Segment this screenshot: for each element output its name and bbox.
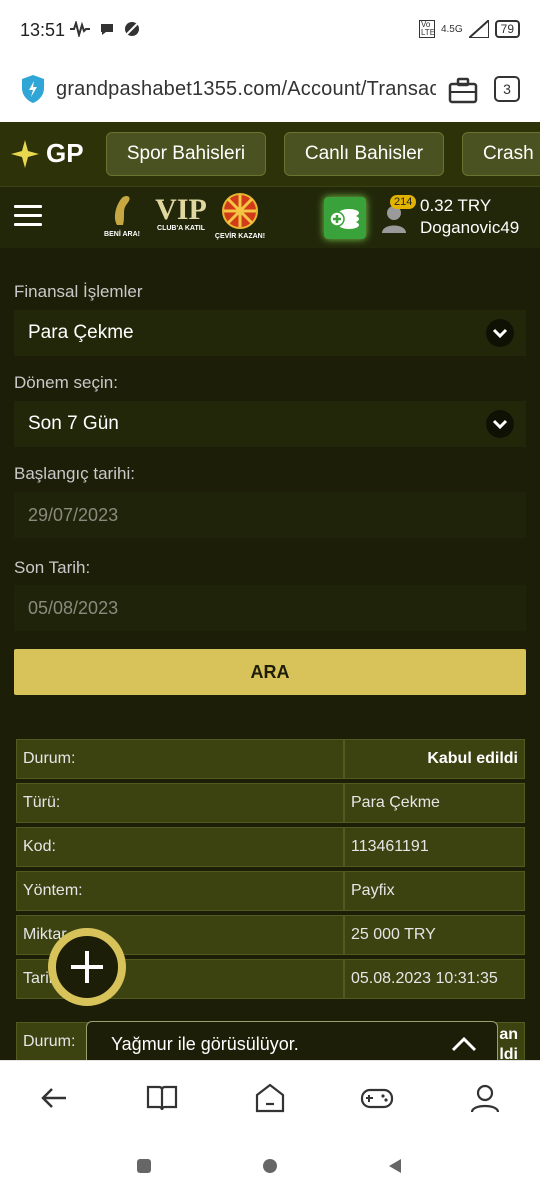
promo-label: ÇEVİR KAZAN!	[214, 233, 266, 240]
end-date-field[interactable]: 05/08/2023	[14, 585, 526, 631]
table-value: 113461191	[344, 827, 525, 867]
table-label: Yöntem:	[16, 871, 344, 911]
promo-beni-ara[interactable]: BENİ ARA!	[98, 193, 146, 238]
period-select-value: Son 7 Gün	[28, 413, 119, 434]
star-logo-icon	[11, 139, 39, 168]
battery-indicator: 79	[494, 20, 520, 38]
system-nav-bar	[0, 1134, 540, 1200]
site-sub-nav: BENİ ARA! VIP CLUB'A KATIL ÇEVİR KAZAN! …	[0, 186, 540, 248]
phone-hand-icon	[114, 195, 130, 225]
username: Doganovic49	[420, 218, 520, 237]
chat-icon	[101, 24, 114, 35]
back-triangle-icon[interactable]	[387, 1158, 403, 1174]
book-icon[interactable]	[145, 1081, 179, 1115]
promo-label: BENİ ARA!	[104, 231, 140, 238]
status-notification-icons	[70, 19, 140, 41]
chat-status-text: Yağmur ile görüsülüyor.	[111, 1034, 299, 1054]
network-label: 4.5G	[440, 23, 463, 35]
nav-crash[interactable]: Crash	[462, 132, 540, 176]
chevron-down-icon	[486, 410, 514, 438]
site-content: GP Spor Bahisleri Canlı Bahisler Crash B…	[0, 122, 540, 1060]
recents-button[interactable]	[137, 1159, 151, 1173]
add-fab-button[interactable]	[48, 928, 126, 1006]
status-right: Vo LTE 4.5G 79	[418, 20, 520, 38]
live-chat-bar[interactable]: Yağmur ile görüsülüyor.	[86, 1021, 498, 1060]
table-value: 25 000 TRY	[344, 915, 525, 955]
table-label: Kod:	[16, 827, 344, 867]
table-label: Türü:	[16, 783, 344, 823]
table-label: Durum:	[16, 739, 344, 779]
notification-badge: 214	[390, 195, 417, 209]
hamburger-menu-icon[interactable]	[14, 205, 42, 227]
tab-count-button[interactable]: 3	[494, 76, 520, 102]
account-balance[interactable]: 0.32 TRY Doganovic49	[420, 195, 519, 239]
chevron-down-icon	[486, 319, 514, 347]
browser-url-bar: grandpashabet1355.com/Account/Transactio…	[0, 62, 540, 122]
table-value: Payfix	[344, 871, 525, 911]
home-button[interactable]	[263, 1159, 277, 1173]
search-button[interactable]: ARA	[14, 649, 526, 695]
home-icon[interactable]	[253, 1081, 287, 1115]
status-time: 13:51	[20, 20, 66, 40]
site-logo[interactable]: GP	[10, 138, 84, 169]
status-bar: 13:51 Vo LTE 4.5G 79	[0, 0, 540, 62]
deposit-button[interactable]	[324, 197, 366, 239]
plus-icon	[71, 951, 103, 983]
site-top-nav: GP Spor Bahisleri Canlı Bahisler Crash	[0, 122, 540, 186]
url-text[interactable]: grandpashabet1355.com/Account/Transactio…	[56, 78, 436, 101]
end-date-label: Son Tarih:	[14, 558, 91, 577]
chevron-up-icon[interactable]	[451, 1035, 477, 1053]
nav-canli-bahisler[interactable]: Canlı Bahisler	[284, 132, 444, 176]
volte-icon: Vo LTE	[418, 20, 436, 38]
status-value: Kabul edildi	[344, 739, 525, 779]
signal-icon	[468, 20, 489, 38]
back-arrow-icon[interactable]	[38, 1081, 72, 1115]
wheel-icon	[222, 193, 258, 229]
promo-vip[interactable]: VIP CLUB'A KATIL	[150, 193, 212, 232]
start-date-field[interactable]: 29/07/2023	[14, 492, 526, 538]
promo-label: CLUB'A KATIL	[157, 225, 205, 232]
gamepad-icon[interactable]	[360, 1081, 394, 1115]
finance-select-value: Para Çekme	[28, 322, 134, 343]
start-date-label: Başlangıç tarihi:	[14, 464, 135, 483]
logo-text: GP	[46, 138, 84, 168]
browser-bottom-bar	[0, 1060, 540, 1134]
shield-icon[interactable]	[20, 74, 46, 104]
balance-amount: 0.32 TRY	[420, 196, 492, 215]
blocked-icon	[125, 22, 140, 36]
period-label: Dönem seçin:	[14, 373, 118, 392]
briefcase-icon[interactable]	[447, 76, 479, 106]
table-value: 05.08.2023 10:31:35	[344, 959, 525, 999]
table-value: Para Çekme	[344, 783, 525, 823]
vip-icon: VIP	[155, 193, 207, 226]
period-select[interactable]: Son 7 Gün	[14, 401, 526, 447]
profile-icon[interactable]	[468, 1081, 502, 1115]
promo-cevir-kazan[interactable]: ÇEVİR KAZAN!	[210, 193, 270, 240]
nav-spor-bahisleri[interactable]: Spor Bahisleri	[106, 132, 266, 176]
coins-plus-icon	[329, 209, 359, 229]
finance-select[interactable]: Para Çekme	[14, 310, 526, 356]
activity-icon	[70, 19, 90, 39]
finance-label: Finansal İşlemler	[14, 282, 143, 301]
